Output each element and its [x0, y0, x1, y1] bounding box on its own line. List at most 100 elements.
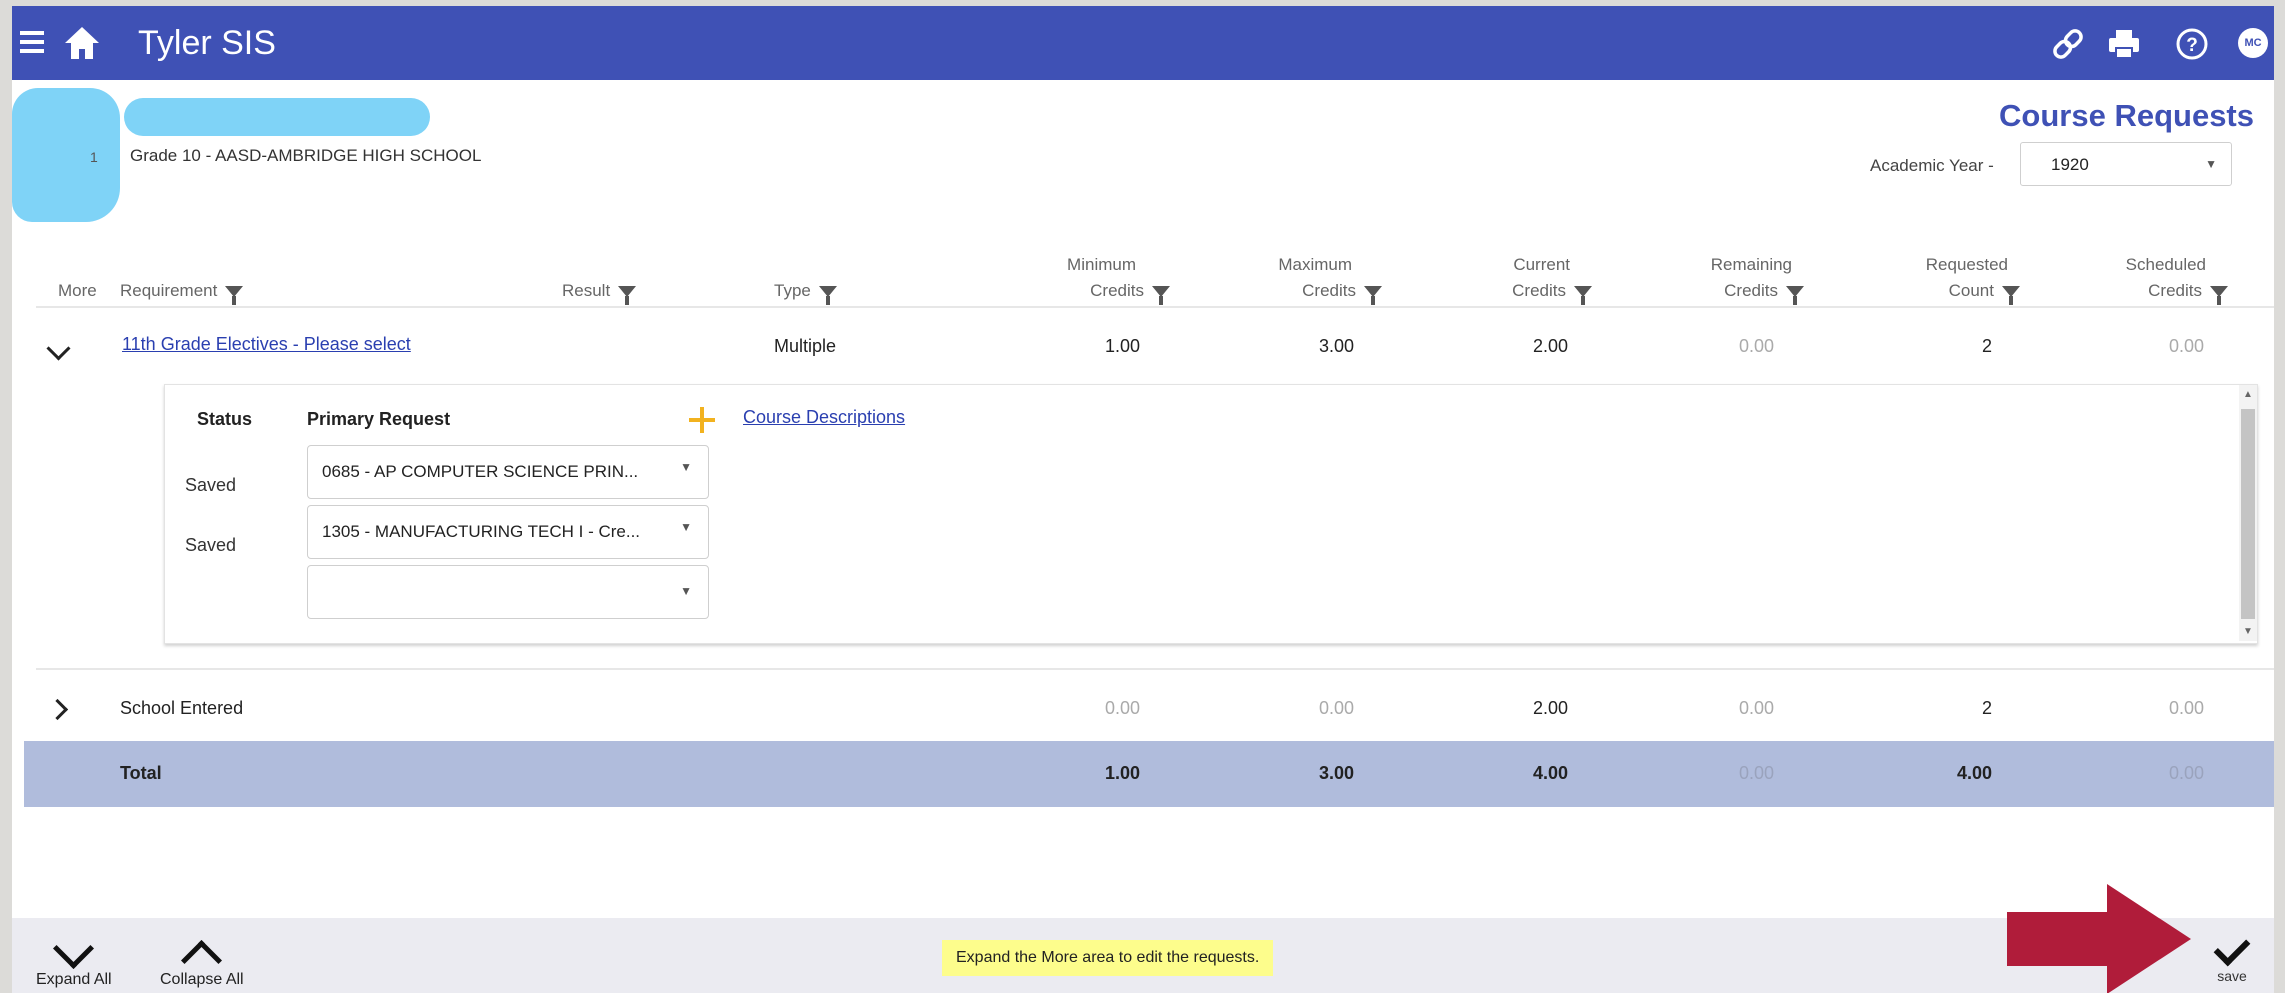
- course-descriptions-link[interactable]: Course Descriptions: [743, 407, 905, 428]
- col-min-credits[interactable]: Credits: [1022, 278, 1170, 306]
- filter-icon[interactable]: [618, 286, 637, 306]
- chevron-down-icon: ▼: [680, 520, 692, 534]
- home-icon[interactable]: [62, 24, 102, 62]
- chevron-down-icon: ▼: [2205, 157, 2217, 171]
- chevron-down-icon[interactable]: ▼: [2243, 626, 2253, 637]
- col-requested-count-label: Count: [1948, 281, 1994, 300]
- row-type: Multiple: [774, 336, 837, 356]
- row-max-credits: 3.00: [1318, 336, 1354, 356]
- col-current-credits-label: Credits: [1512, 281, 1566, 300]
- chevron-right-icon[interactable]: [46, 698, 69, 721]
- request-select[interactable]: 0685 - AP COMPUTER SCIENCE PRIN... ▼: [307, 445, 709, 499]
- row-min-credits: 0.00: [1104, 698, 1140, 718]
- total-row: Total 1.00 3.00 4.00 0.00 4.00 0.00: [24, 741, 2274, 807]
- requirement-label: School Entered: [120, 698, 244, 718]
- chevron-down-icon: ▼: [680, 460, 692, 474]
- filter-icon[interactable]: [818, 286, 837, 306]
- app-title: Tyler SIS: [138, 24, 276, 62]
- col-min-credits-line1: Minimum: [1067, 255, 1136, 274]
- filter-icon[interactable]: [225, 286, 244, 306]
- row-requested-count: 2: [1981, 698, 1992, 718]
- col-remaining-credits[interactable]: Credits: [1652, 278, 1804, 306]
- col-result-label: Result: [562, 281, 611, 300]
- col-scheduled-credits-label: Credits: [2148, 281, 2202, 300]
- total-requested-count: 4.00: [1956, 763, 1992, 783]
- filter-icon[interactable]: [1574, 286, 1592, 306]
- col-more: More: [58, 281, 97, 300]
- col-type[interactable]: Type: [774, 278, 837, 306]
- academic-year-select[interactable]: 1920 ▼: [2020, 142, 2232, 186]
- chevron-up-icon[interactable]: ▲: [2243, 389, 2253, 400]
- col-result[interactable]: Result: [562, 278, 637, 306]
- requirement-link[interactable]: 11th Grade Electives - Please select: [122, 334, 411, 355]
- save-label: save: [2217, 968, 2247, 984]
- app-window: Tyler SIS ? MC 1 Grade 10 - AASD-AMBRIDG…: [12, 6, 2274, 993]
- request-status: Saved: [185, 535, 237, 555]
- chevron-down-icon: ▼: [680, 584, 692, 598]
- panel-scrollbar[interactable]: ▲ ▼: [2239, 385, 2257, 641]
- row-current-credits: 2.00: [1532, 698, 1568, 718]
- academic-year-label: Academic Year -: [1870, 156, 1994, 175]
- filter-icon[interactable]: [2210, 286, 2228, 306]
- primary-request-header: Primary Request: [307, 409, 451, 429]
- col-current-credits-line1: Current: [1513, 255, 1570, 274]
- status-header: Status: [197, 409, 253, 429]
- col-max-credits[interactable]: Credits: [1230, 278, 1382, 306]
- col-remaining-credits-line1: Remaining: [1710, 255, 1792, 274]
- col-requirement-label: Requirement: [120, 281, 218, 300]
- hint-message: Expand the More area to edit the request…: [942, 940, 1274, 976]
- request-select-value: 1305 - MANUFACTURING TECH I - Cre...: [322, 522, 641, 541]
- expand-all-button[interactable]: Expand All: [36, 927, 112, 989]
- total-current-credits: 4.00: [1532, 763, 1568, 783]
- request-select-value: 0685 - AP COMPUTER SCIENCE PRIN...: [322, 462, 639, 481]
- col-requirement[interactable]: Requirement: [120, 278, 244, 306]
- top-bar: Tyler SIS ? MC: [12, 6, 2274, 80]
- student-grade-school: Grade 10 - AASD-AMBRIDGE HIGH SCHOOL: [130, 146, 482, 165]
- filter-icon[interactable]: [1152, 286, 1170, 306]
- col-scheduled-credits[interactable]: Credits: [2078, 278, 2228, 306]
- filter-icon[interactable]: [1786, 286, 1804, 306]
- row-min-credits: 1.00: [1104, 336, 1140, 356]
- requests-panel: Status Primary Request Course Descriptio…: [164, 384, 2258, 644]
- col-type-label: Type: [774, 281, 811, 300]
- header-divider: [36, 306, 2274, 308]
- scrollbar-thumb[interactable]: [2241, 409, 2255, 619]
- row-remaining-credits: 0.00: [1738, 336, 1774, 356]
- page-title: Course Requests: [1999, 98, 2254, 133]
- filter-icon[interactable]: [2002, 286, 2020, 306]
- col-requested-count-line1: Requested: [1925, 255, 2008, 274]
- help-icon[interactable]: ?: [2172, 24, 2212, 64]
- student-number: 1: [90, 149, 98, 165]
- redaction-mark-name: [124, 98, 430, 136]
- row-scheduled-credits: 0.00: [2168, 698, 2204, 718]
- row-scheduled-credits: 0.00: [2168, 336, 2204, 356]
- col-min-credits-label: Credits: [1090, 281, 1144, 300]
- check-icon: [2213, 929, 2251, 967]
- expand-all-label: Expand All: [36, 971, 112, 988]
- total-max-credits: 3.00: [1318, 763, 1354, 783]
- row-remaining-credits: 0.00: [1738, 698, 1774, 718]
- request-select-empty[interactable]: ▼: [307, 565, 709, 619]
- menu-icon[interactable]: [20, 26, 50, 60]
- request-status: Saved: [185, 475, 237, 495]
- filter-icon[interactable]: [1364, 286, 1382, 306]
- request-select[interactable]: 1305 - MANUFACTURING TECH I - Cre... ▼: [307, 505, 709, 559]
- chevron-down-icon[interactable]: [46, 336, 71, 361]
- collapse-all-button[interactable]: Collapse All: [160, 936, 244, 989]
- col-max-credits-line1: Maximum: [1278, 255, 1352, 274]
- total-remaining-credits: 0.00: [1738, 763, 1774, 783]
- col-current-credits[interactable]: Credits: [1458, 278, 1592, 306]
- user-avatar[interactable]: MC: [2238, 28, 2268, 58]
- print-icon[interactable]: [2104, 24, 2144, 64]
- col-scheduled-credits-line1: Scheduled: [2125, 255, 2206, 274]
- total-scheduled-credits: 0.00: [2168, 763, 2204, 783]
- col-max-credits-label: Credits: [1302, 281, 1356, 300]
- row-max-credits: 0.00: [1318, 698, 1354, 718]
- bottom-bar: Expand All Collapse All Expand the More …: [12, 918, 2274, 993]
- link-icon[interactable]: [2048, 24, 2088, 64]
- col-remaining-credits-label: Credits: [1724, 281, 1778, 300]
- row-requested-count: 2: [1981, 336, 1992, 356]
- plus-icon[interactable]: [689, 407, 715, 433]
- col-requested-count[interactable]: Count: [1868, 278, 2020, 306]
- save-button[interactable]: save: [2213, 929, 2251, 984]
